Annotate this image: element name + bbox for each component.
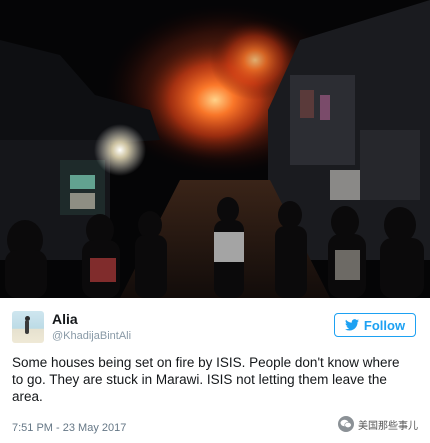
- tweet-text: Some houses being set on fire by ISIS. P…: [12, 355, 400, 404]
- watermark: 美国那些事儿: [338, 416, 418, 432]
- shop-sign: [70, 175, 95, 189]
- fire-photo: [0, 0, 430, 298]
- watermark-text: 美国那些事儿: [358, 420, 418, 432]
- wechat-logo-icon: [338, 416, 354, 432]
- avatar[interactable]: [12, 311, 44, 343]
- follow-button[interactable]: Follow: [334, 313, 416, 337]
- twitter-bird-icon: [344, 319, 359, 331]
- author-name[interactable]: Alia: [52, 311, 78, 327]
- tweet-timestamp[interactable]: 7:51 PM - 23 May 2017: [12, 422, 126, 434]
- author-handle[interactable]: @KhadijaBintAli: [52, 330, 131, 342]
- follow-label: Follow: [363, 317, 406, 333]
- street-lamp: [94, 124, 146, 176]
- tweet-card: Alia @KhadijaBintAli Follow Some houses …: [0, 298, 430, 443]
